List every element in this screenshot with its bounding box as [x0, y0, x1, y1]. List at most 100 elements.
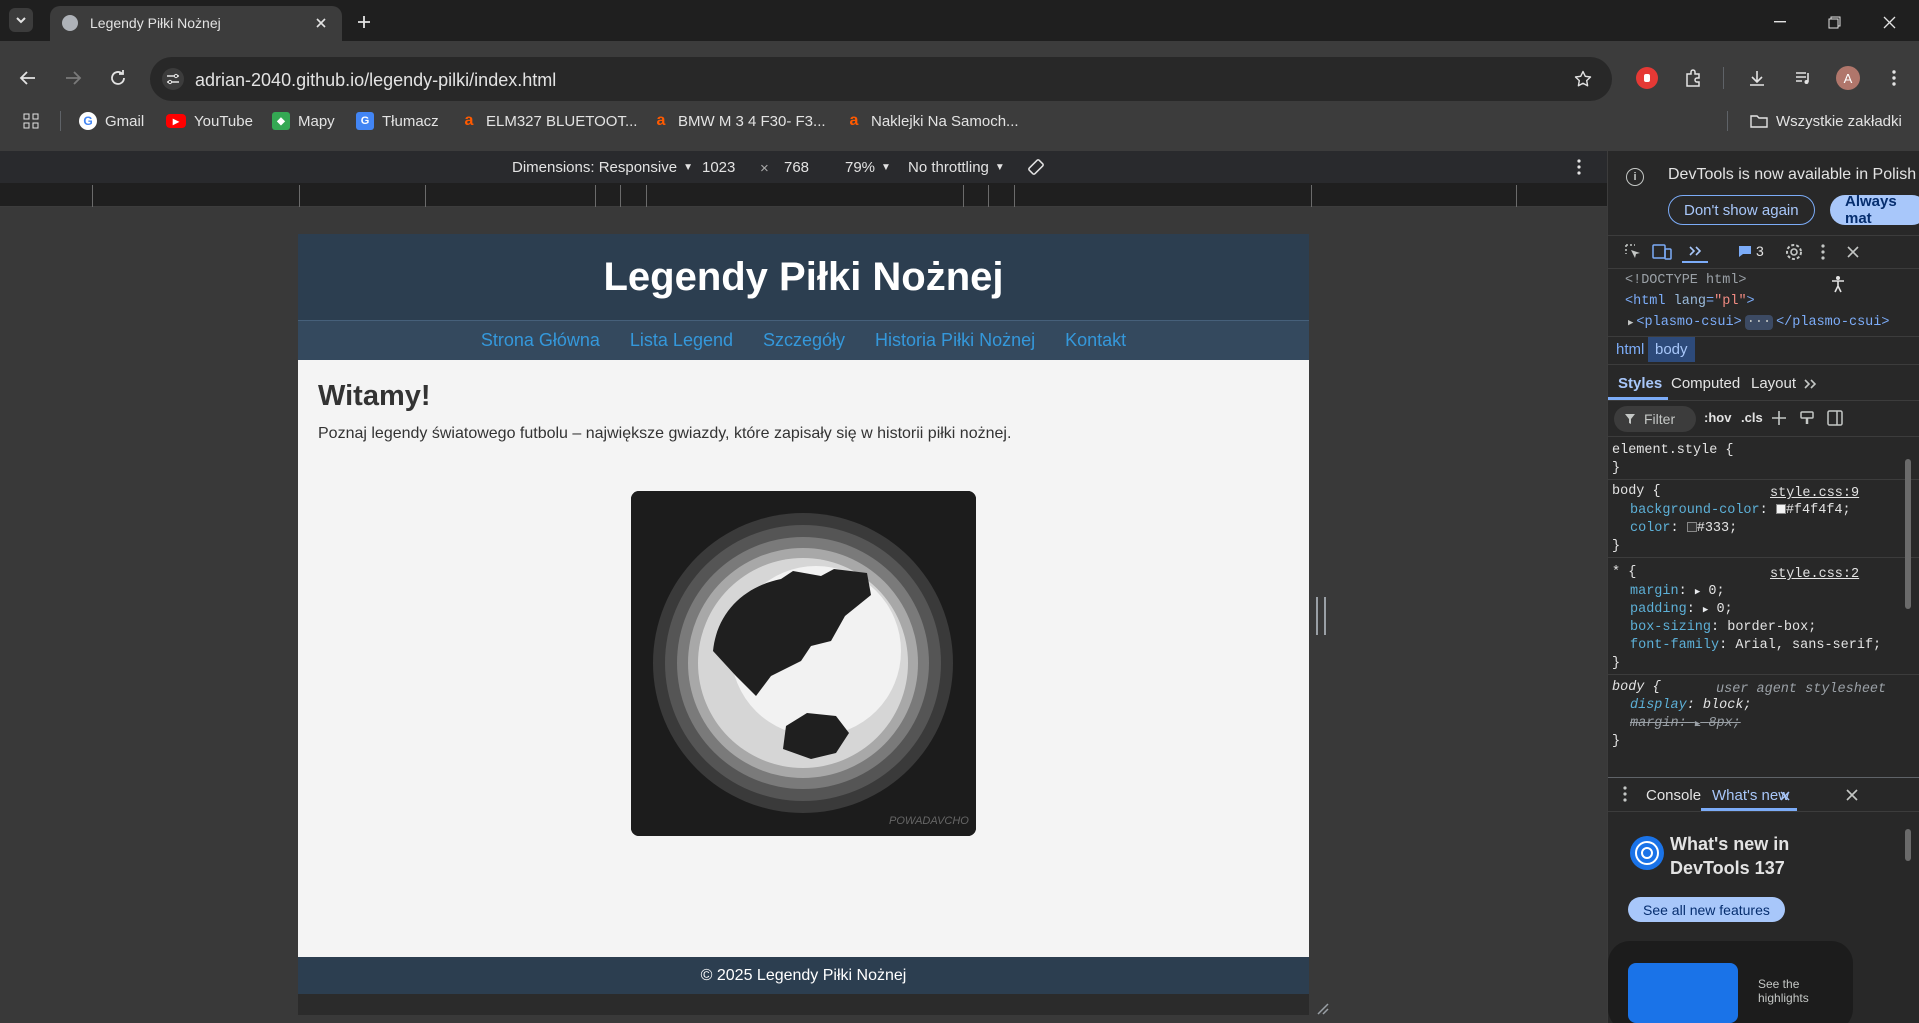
zoom-dropdown[interactable]: 79% ▼	[845, 159, 891, 176]
dont-show-again-button[interactable]: Don't show again	[1668, 195, 1815, 225]
color-swatch[interactable]	[1775, 504, 1786, 515]
nav-link-contact[interactable]: Kontakt	[1065, 330, 1126, 351]
throttling-dropdown[interactable]: No throttling ▼	[908, 159, 1005, 176]
styles-filter-input[interactable]: Filter	[1614, 406, 1696, 432]
ua-body-rule-selector[interactable]: body {	[1612, 680, 1661, 695]
bookmark-naklejki[interactable]: a Naklejki Na Samoch...	[845, 107, 1019, 135]
expand-triangle-icon[interactable]: ▶	[1703, 605, 1708, 615]
font-family-declaration[interactable]: font-family: Arial, sans-serif;	[1630, 638, 1881, 653]
folder-icon	[1750, 112, 1768, 130]
width-input[interactable]: 1023	[702, 159, 735, 176]
styles-scrollbar[interactable]	[1904, 441, 1912, 751]
tab-styles[interactable]: Styles	[1618, 375, 1662, 392]
close-tab-icon[interactable]	[312, 14, 330, 32]
resize-corner-icon[interactable]	[1314, 1000, 1330, 1016]
display-declaration[interactable]: display: block;	[1630, 698, 1752, 713]
margin-declaration[interactable]: margin: ▶ 0;	[1630, 584, 1725, 599]
dimensions-dropdown[interactable]: Dimensions: Responsive ▼	[512, 159, 693, 176]
forward-icon[interactable]	[61, 66, 85, 90]
browser-menu-icon[interactable]	[1884, 67, 1904, 89]
media-query-ruler[interactable]	[0, 183, 1607, 207]
extensions-puzzle-icon[interactable]	[1682, 67, 1704, 89]
nav-link-home[interactable]: Strona Główna	[481, 330, 600, 351]
media-controls-icon[interactable]	[1792, 67, 1814, 89]
drawer-menu-icon[interactable]	[1616, 783, 1634, 805]
always-match-button[interactable]: Always mat	[1830, 193, 1919, 227]
color-swatch[interactable]	[1686, 522, 1697, 533]
expand-triangle-icon[interactable]: ▶	[1695, 719, 1700, 729]
expand-triangle-icon[interactable]: ▶	[1695, 587, 1700, 597]
breadcrumb-html[interactable]: html	[1616, 341, 1644, 358]
universal-rule-source-link[interactable]: style.css:2	[1770, 567, 1859, 582]
drawer-scrollbar[interactable]	[1904, 817, 1912, 1017]
ad-blocker-extension-icon[interactable]	[1636, 67, 1658, 89]
bookmark-gmail[interactable]: G Gmail	[79, 107, 144, 135]
nav-link-history[interactable]: Historia Piłki Nożnej	[875, 330, 1035, 351]
drawer-tab-console[interactable]: Console	[1646, 787, 1701, 804]
reload-icon[interactable]	[106, 66, 130, 90]
class-toggle[interactable]: .cls	[1741, 410, 1763, 425]
restore-icon[interactable]	[1824, 12, 1844, 32]
color-declaration[interactable]: color: #333;	[1630, 521, 1737, 536]
bookmark-star-icon[interactable]	[1572, 68, 1594, 90]
rotate-icon[interactable]	[1025, 156, 1047, 178]
device-toggle-icon[interactable]	[1650, 241, 1674, 263]
profile-avatar[interactable]: A	[1836, 66, 1860, 90]
apps-grid-icon[interactable]	[21, 111, 41, 131]
bookmark-bmw[interactable]: a BMW M 3 4 F30- F3...	[652, 107, 826, 135]
sidebar-toggle-icon[interactable]	[1824, 407, 1846, 429]
nav-link-legends[interactable]: Lista Legend	[630, 330, 733, 351]
more-panels-chevron-icon[interactable]	[1682, 241, 1708, 263]
tab-search-chevron-icon[interactable]	[9, 8, 33, 32]
height-input[interactable]: 768	[784, 159, 809, 176]
add-rule-icon[interactable]	[1768, 407, 1790, 429]
scrollbar-thumb[interactable]	[1905, 829, 1911, 861]
dom-doctype[interactable]: <!DOCTYPE html>	[1625, 273, 1747, 288]
bg-color-declaration[interactable]: background-color: #f4f4f4;	[1630, 503, 1851, 518]
close-devtools-icon[interactable]	[1842, 241, 1864, 263]
settings-gear-icon[interactable]	[1783, 241, 1805, 263]
close-whats-new-tab-icon[interactable]	[1778, 789, 1792, 803]
site-settings-icon[interactable]	[162, 68, 184, 90]
more-tabs-chevron-icon[interactable]	[1800, 374, 1820, 394]
downloads-icon[interactable]	[1746, 67, 1768, 89]
accessibility-tree-icon[interactable]	[1824, 273, 1852, 295]
element-style-rule[interactable]: element.style {	[1612, 443, 1734, 458]
box-sizing-declaration[interactable]: box-sizing: border-box;	[1630, 620, 1816, 635]
inspect-element-icon[interactable]	[1622, 241, 1644, 263]
bookmark-translate[interactable]: G Tłumacz	[356, 107, 439, 135]
tab-computed[interactable]: Computed	[1671, 375, 1740, 392]
bookmark-maps[interactable]: ◆ Mapy	[272, 107, 335, 135]
url-text[interactable]: adrian-2040.github.io/legendy-pilki/inde…	[195, 70, 556, 91]
resize-handle-right[interactable]	[1316, 597, 1326, 635]
all-bookmarks[interactable]: Wszystkie zakładki	[1750, 107, 1902, 135]
body-rule-source-link[interactable]: style.css:9	[1770, 486, 1859, 501]
minimize-icon[interactable]	[1770, 12, 1790, 32]
see-all-features-button[interactable]: See all new features	[1628, 897, 1785, 922]
new-tab-icon[interactable]	[354, 12, 374, 32]
dom-ellipsis[interactable]: ···	[1744, 315, 1774, 330]
dom-html-tag[interactable]: <html lang="pl">	[1625, 294, 1755, 309]
hover-state-toggle[interactable]: :hov	[1704, 410, 1731, 425]
bookmark-elm327[interactable]: a ELM327 BLUETOOT...	[460, 107, 638, 135]
device-options-icon[interactable]	[1570, 158, 1588, 176]
back-icon[interactable]	[16, 66, 40, 90]
issues-counter[interactable]: 3	[1738, 243, 1764, 259]
bookmark-youtube[interactable]: ▶ YouTube	[166, 107, 253, 135]
highlight-card[interactable]: See the highlights	[1608, 941, 1853, 1023]
paint-brush-icon[interactable]	[1796, 407, 1818, 429]
body-rule-selector[interactable]: body {	[1612, 484, 1661, 499]
tab-layout[interactable]: Layout	[1751, 375, 1796, 392]
breadcrumb-body[interactable]: body	[1648, 337, 1695, 362]
browser-tab[interactable]: Legendy Piłki Nożnej	[50, 6, 342, 41]
universal-rule-selector[interactable]: * {	[1612, 565, 1636, 580]
dom-plasmo-node[interactable]: ▶ <plasmo-csui> ··· </plasmo-csui>	[1628, 315, 1889, 330]
padding-declaration[interactable]: padding: ▶ 0;	[1630, 602, 1733, 617]
address-bar[interactable]: adrian-2040.github.io/legendy-pilki/inde…	[150, 57, 1612, 101]
close-window-icon[interactable]	[1879, 12, 1899, 32]
devtools-menu-icon[interactable]	[1814, 241, 1832, 263]
ua-margin-declaration-overridden[interactable]: margin: ▶ 8px;	[1630, 716, 1741, 731]
scrollbar-thumb[interactable]	[1905, 459, 1911, 609]
close-drawer-icon[interactable]	[1842, 785, 1862, 805]
nav-link-details[interactable]: Szczegóły	[763, 330, 845, 351]
